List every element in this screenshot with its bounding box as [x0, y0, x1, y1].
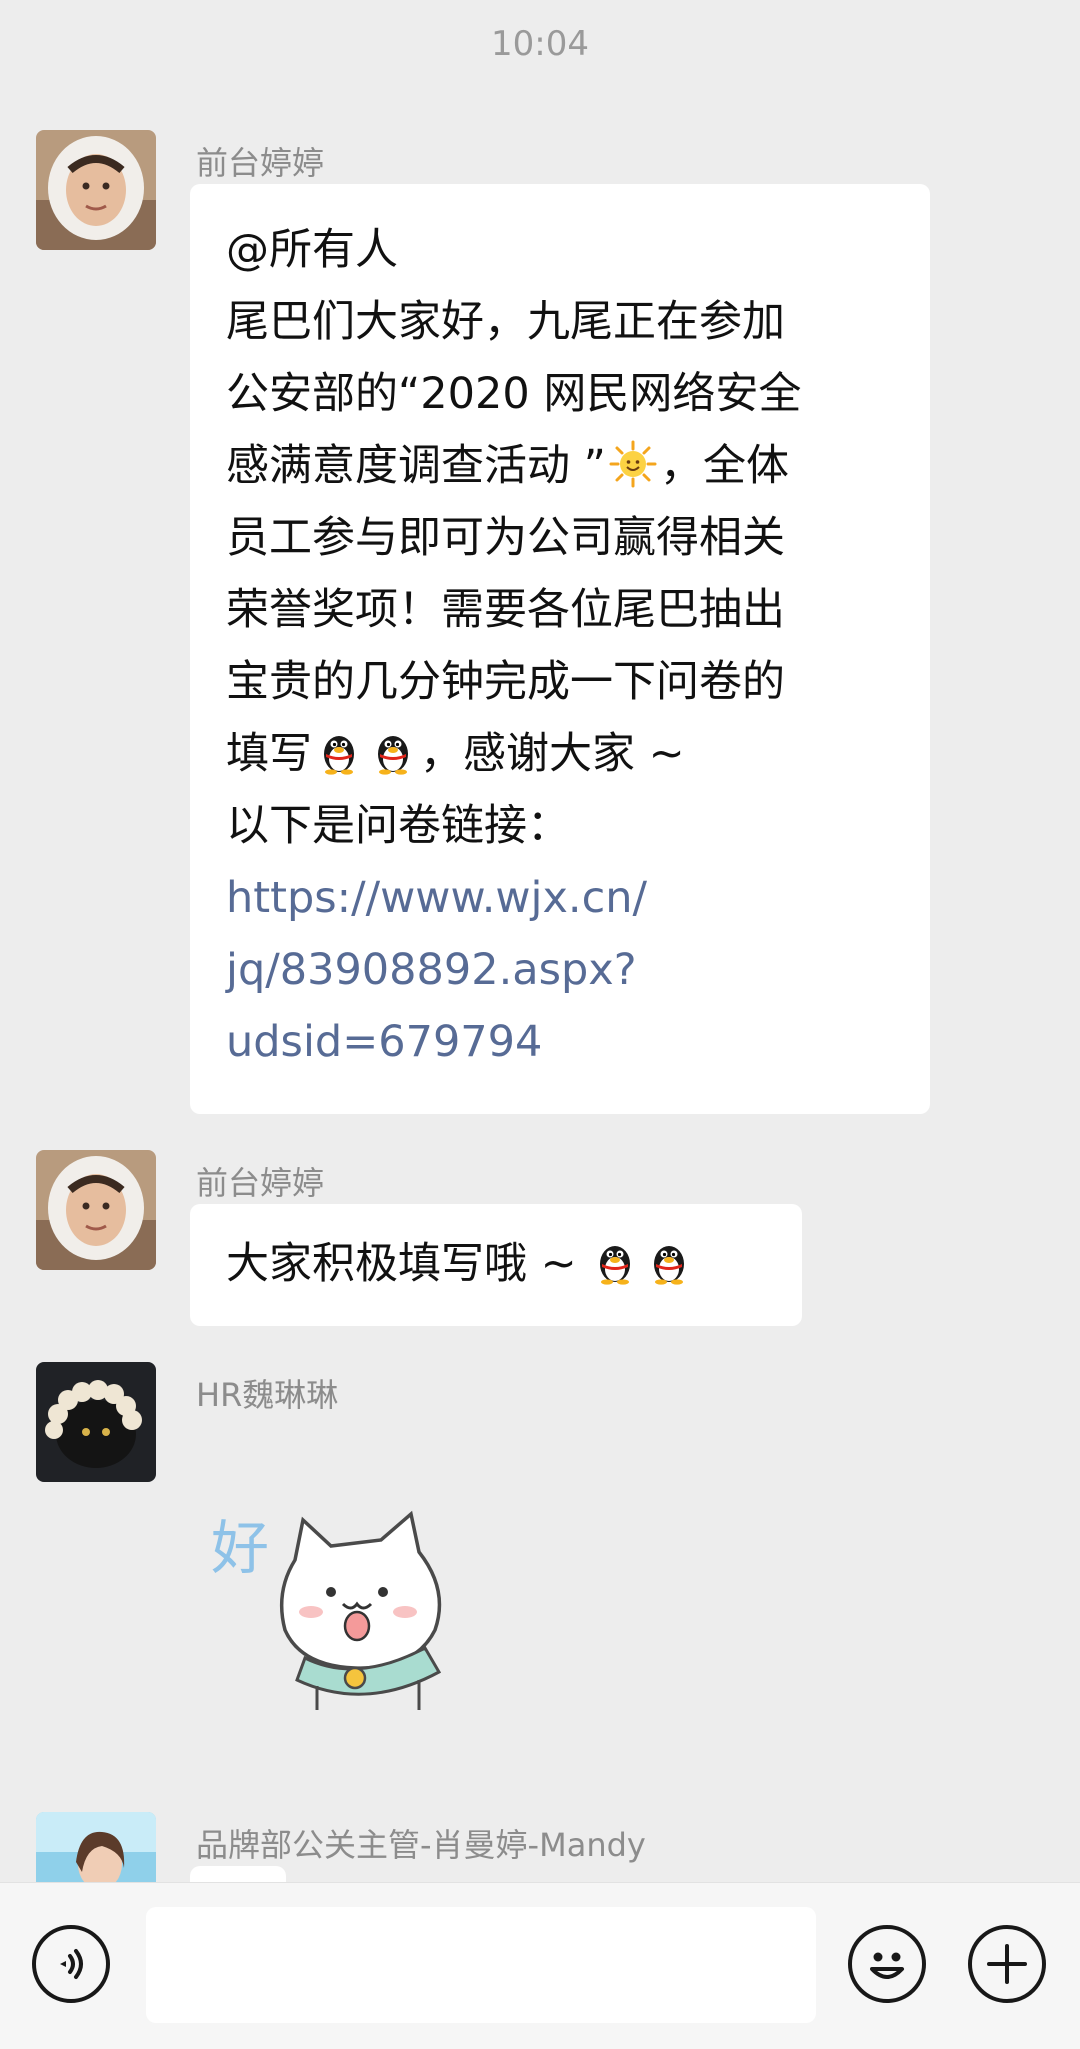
avatar[interactable] — [36, 1362, 156, 1482]
cat-sticker[interactable]: 好 — [205, 1500, 515, 1710]
message-text: 员工参与即可为公司赢得相关 — [226, 513, 785, 563]
message-text-row: 填写 ，感谢大家 ~ — [226, 718, 894, 790]
survey-link[interactable]: udsid=679794 — [226, 1006, 894, 1078]
sun-emoji — [609, 440, 657, 488]
plus-icon — [987, 1944, 1027, 1984]
message-text: 公安部的“2020 网民网络安全 — [226, 369, 802, 419]
message-text: 感满意度调查活动 ” — [226, 441, 606, 491]
message-text: 填写 — [226, 729, 312, 779]
message-timestamp: 10:04 — [491, 24, 589, 64]
penguin-emoji — [324, 736, 354, 775]
message-text: 尾巴们大家好，九尾正在参加 — [226, 297, 785, 347]
message-text: 荣誉奖项！需要各位尾巴抽出 — [226, 585, 785, 635]
message-text: 以下是问卷链接： — [226, 801, 570, 851]
message-text-row: 感满意度调查活动 ” ，全体 — [226, 430, 894, 502]
message-bubble[interactable]: 大家积极填写哦 ~ — [190, 1204, 802, 1326]
avatar[interactable] — [36, 1812, 156, 1882]
sender-name: 前台婷婷 — [196, 144, 325, 182]
sender-name: 前台婷婷 — [196, 1164, 325, 1202]
avatar[interactable] — [36, 1150, 156, 1270]
emoji-button[interactable] — [848, 1925, 926, 2003]
penguin-emoji — [653, 1246, 684, 1285]
message-input[interactable] — [146, 1907, 816, 2023]
chat-area[interactable]: 10:04 前台婷婷 @所有人 尾巴们大家好，九尾正在参加 公安部的“2020 … — [0, 0, 1080, 1882]
penguin-emoji — [599, 1246, 630, 1285]
voice-icon — [60, 1949, 83, 1979]
message-bubble[interactable] — [190, 1866, 286, 1882]
penguin-emoji — [378, 736, 408, 775]
message-text: @所有人 — [226, 225, 398, 275]
survey-link[interactable]: https://www.wjx.cn/ — [226, 862, 894, 934]
message-text: ，全体 — [659, 441, 789, 491]
smiley-icon — [870, 1952, 904, 1979]
message-text: 宝贵的几分钟完成一下问卷的 — [226, 657, 785, 707]
survey-link[interactable]: jq/83908892.aspx? — [226, 934, 894, 1006]
avatar[interactable] — [36, 130, 156, 250]
message-text: 大家积极填写哦 ~ — [226, 1239, 577, 1289]
input-bar — [0, 1882, 1080, 2049]
sender-name: 品牌部公关主管-肖曼婷-Mandy — [196, 1826, 646, 1864]
more-button[interactable] — [968, 1925, 1046, 2003]
sender-name: HR魏琳琳 — [196, 1376, 339, 1414]
message-text: ，感谢大家 ~ — [420, 729, 685, 779]
message-text-row: 大家积极填写哦 ~ — [226, 1228, 766, 1300]
message-bubble[interactable]: @所有人 尾巴们大家好，九尾正在参加 公安部的“2020 网民网络安全 感满意度… — [190, 184, 930, 1114]
sticker-text: 好 — [211, 1514, 269, 1582]
voice-button[interactable] — [32, 1925, 110, 2003]
